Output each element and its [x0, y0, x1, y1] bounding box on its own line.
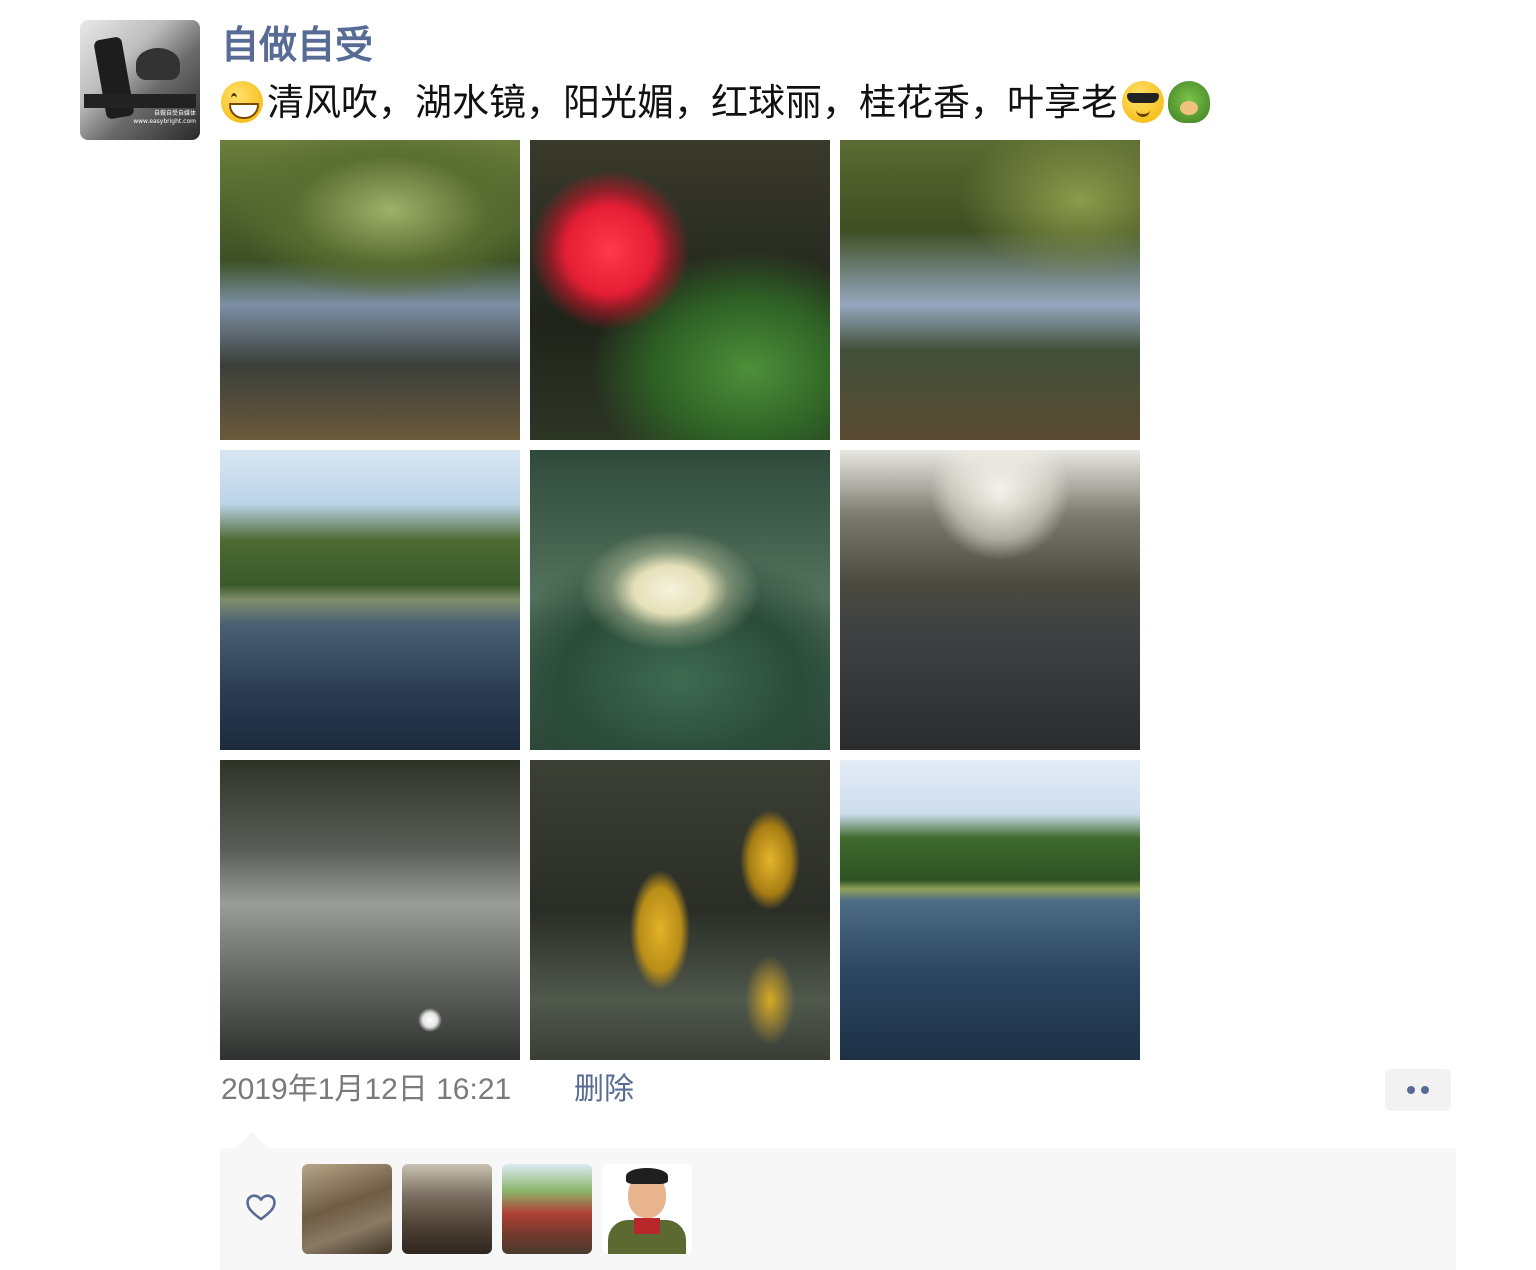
delete-button[interactable]: 删除 [574, 1069, 634, 1111]
post-timestamp: 2019年1月12日 16:21 [221, 1073, 512, 1106]
avatar-caption: 自做自受自媒体 www.easybright.com [133, 110, 196, 125]
post-text: 清风吹，湖水镜，阳光媚，红球丽，桂花香，叶享老 [221, 78, 1214, 128]
poster-name[interactable]: 自做自受 [221, 20, 373, 70]
grinning-face-icon [221, 81, 263, 123]
poster-avatar[interactable]: 自做自受自媒体 www.easybright.com [80, 20, 200, 140]
avatar-collar [634, 1218, 660, 1234]
turtle-icon [1168, 81, 1210, 123]
likes-panel-arrow [236, 1132, 268, 1148]
photo-thumbnail[interactable] [840, 450, 1140, 750]
post-caption: 清风吹，湖水镜，阳光媚，红球丽，桂花香，叶享老 [267, 81, 1118, 124]
avatar-figure [136, 48, 180, 80]
photo-thumbnail[interactable] [530, 140, 830, 440]
photo-thumbnail[interactable] [220, 450, 520, 750]
liker-avatar[interactable] [402, 1164, 492, 1254]
photo-thumbnail[interactable] [220, 760, 520, 1060]
liker-avatar[interactable] [302, 1164, 392, 1254]
more-options-button[interactable] [1385, 1069, 1451, 1111]
liker-avatar[interactable] [502, 1164, 592, 1254]
photo-thumbnail[interactable] [530, 450, 830, 750]
photo-grid [220, 140, 1140, 1060]
heart-outline-icon [246, 1194, 276, 1221]
photo-thumbnail[interactable] [840, 760, 1140, 1060]
photo-thumbnail[interactable] [530, 760, 830, 1060]
more-dot-icon [1421, 1086, 1429, 1094]
avatar-hair [626, 1168, 668, 1184]
avatar-bench [84, 94, 196, 108]
photo-thumbnail[interactable] [220, 140, 520, 440]
photo-thumbnail[interactable] [840, 140, 1140, 440]
liker-avatar[interactable] [602, 1164, 692, 1254]
more-dot-icon [1407, 1086, 1415, 1094]
sunglasses-face-icon [1122, 81, 1164, 123]
